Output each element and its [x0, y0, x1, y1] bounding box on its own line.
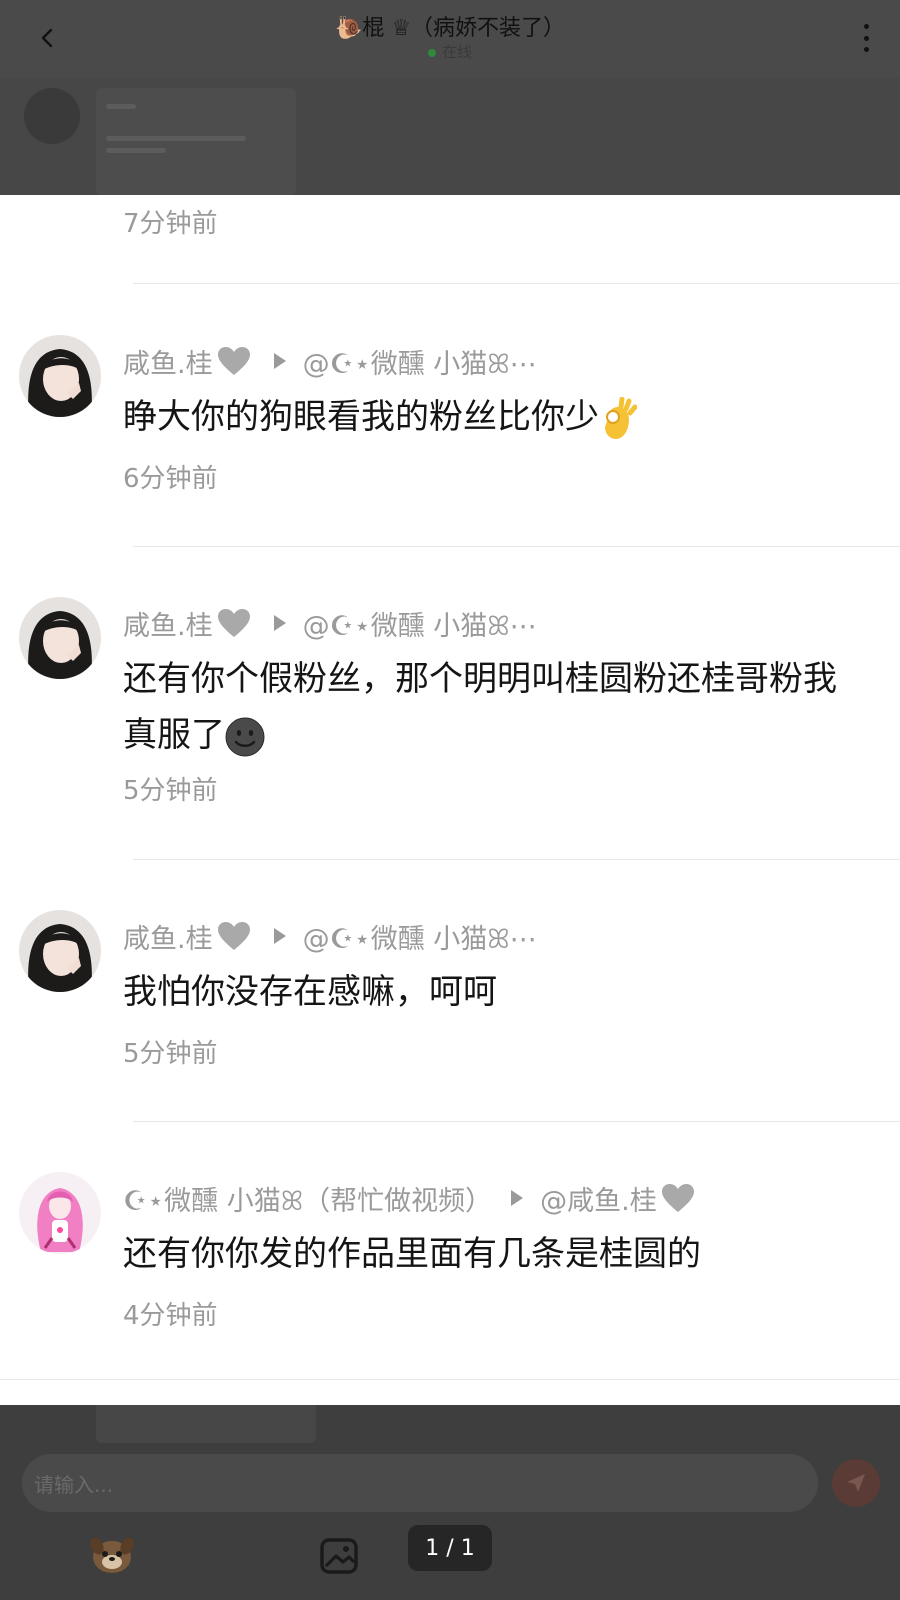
grey-heart-icon — [217, 608, 251, 638]
avatar[interactable] — [19, 1172, 101, 1254]
divider — [133, 283, 900, 284]
comment-time: 7分钟前 — [123, 209, 218, 239]
message-input[interactable]: 请输入... — [22, 1454, 818, 1512]
reply-arrow-icon — [273, 927, 287, 945]
background-shared-card — [96, 1405, 316, 1443]
author-name[interactable]: 咸鱼.桂 — [123, 342, 213, 381]
status-dot — [427, 48, 436, 57]
divider — [133, 546, 900, 547]
comment-header: ☪⋆微醺 小猫ꕤ（帮忙做视频） @咸鱼.桂 — [123, 1179, 880, 1218]
image-picker-button[interactable] — [316, 1532, 360, 1576]
grey-heart-icon — [661, 1183, 695, 1213]
comment-text: 还有你你发的作品里面有几条是桂圆的 — [123, 1234, 701, 1274]
reply-target[interactable]: @☪⋆微醺 小猫ꕤ⋯ — [303, 604, 537, 643]
dot — [863, 35, 869, 41]
divider — [133, 859, 900, 860]
background-shared-card — [96, 88, 296, 195]
grey-heart-icon — [217, 921, 251, 951]
comment-text: 我怕你没存在感嘛，呵呵 — [123, 972, 497, 1012]
user-photo-icon — [19, 335, 101, 417]
chat-title: 🐌棍 ♕（病娇不装了） — [334, 16, 566, 41]
comment-header: 咸鱼.桂 @☪⋆微醺 小猫ꕤ⋯ — [123, 342, 880, 381]
avatar[interactable] — [19, 335, 101, 417]
image-icon — [320, 1538, 358, 1574]
reply-target[interactable]: @☪⋆微醺 小猫ꕤ⋯ — [303, 342, 537, 381]
online-status: 在线 — [0, 41, 900, 62]
divider — [0, 1379, 900, 1380]
reply-arrow-icon — [510, 1189, 524, 1207]
comment-text-body: 睁大你的狗眼看我的粉丝比你少 — [123, 397, 599, 437]
dog-face-icon — [90, 1537, 134, 1573]
reply-target[interactable]: @咸鱼.桂 — [540, 1179, 657, 1218]
reply-arrow-icon — [273, 352, 287, 370]
reply-target[interactable]: @☪⋆微醺 小猫ꕤ⋯ — [303, 917, 537, 956]
more-options-button[interactable] — [856, 20, 876, 56]
dot — [863, 47, 869, 52]
message-input-placeholder: 请输入... — [34, 1472, 114, 1497]
comment-header: 咸鱼.桂 @☪⋆微醺 小猫ꕤ⋯ — [123, 917, 880, 956]
send-button[interactable] — [832, 1459, 880, 1507]
smiling-face-emoji-icon — [225, 715, 265, 756]
author-name[interactable]: ☪⋆微醺 小猫ꕤ（帮忙做视频） — [123, 1179, 492, 1218]
comment-thread-panel[interactable]: 7分钟前 咸鱼.桂 @☪⋆微醺 小猫ꕤ⋯ 睁大你的狗眼看我的粉丝比你少 6分钟前… — [0, 195, 900, 1405]
online-status-text: 在线 — [441, 43, 472, 61]
dot — [863, 24, 869, 29]
ok-hand-emoji-icon — [599, 396, 638, 439]
card-line — [106, 136, 246, 141]
avatar[interactable] — [19, 910, 101, 992]
avatar[interactable] — [19, 597, 101, 679]
anime-character-avatar-icon — [19, 1172, 101, 1254]
grey-heart-icon — [217, 346, 251, 376]
author-name[interactable]: 咸鱼.桂 — [123, 917, 213, 956]
reply-arrow-icon — [273, 614, 287, 632]
send-icon — [847, 1474, 865, 1492]
sticker-button[interactable] — [88, 1530, 136, 1578]
page-indicator: 1 / 1 — [408, 1525, 492, 1571]
card-line — [106, 104, 136, 109]
comment-time: 6分钟前 — [123, 464, 218, 494]
background-avatar — [24, 88, 80, 144]
user-photo-icon — [19, 910, 101, 992]
comment-time: 4分钟前 — [123, 1301, 218, 1331]
chat-header: 🐌棍 ♕（病娇不装了） 在线 — [0, 0, 900, 78]
card-line — [106, 148, 166, 153]
comment-time: 5分钟前 — [123, 1039, 218, 1069]
comment-text: 睁大你的狗眼看我的粉丝比你少 — [123, 389, 860, 445]
author-name[interactable]: 咸鱼.桂 — [123, 604, 213, 643]
comment-time: 5分钟前 — [123, 776, 218, 806]
user-photo-icon — [19, 597, 101, 679]
comment-header: 咸鱼.桂 @☪⋆微醺 小猫ꕤ⋯ — [123, 604, 880, 643]
divider — [133, 1121, 900, 1122]
comment-text: 还有你个假粉丝，那个明明叫桂圆粉还桂哥粉我真服了 — [123, 651, 860, 763]
